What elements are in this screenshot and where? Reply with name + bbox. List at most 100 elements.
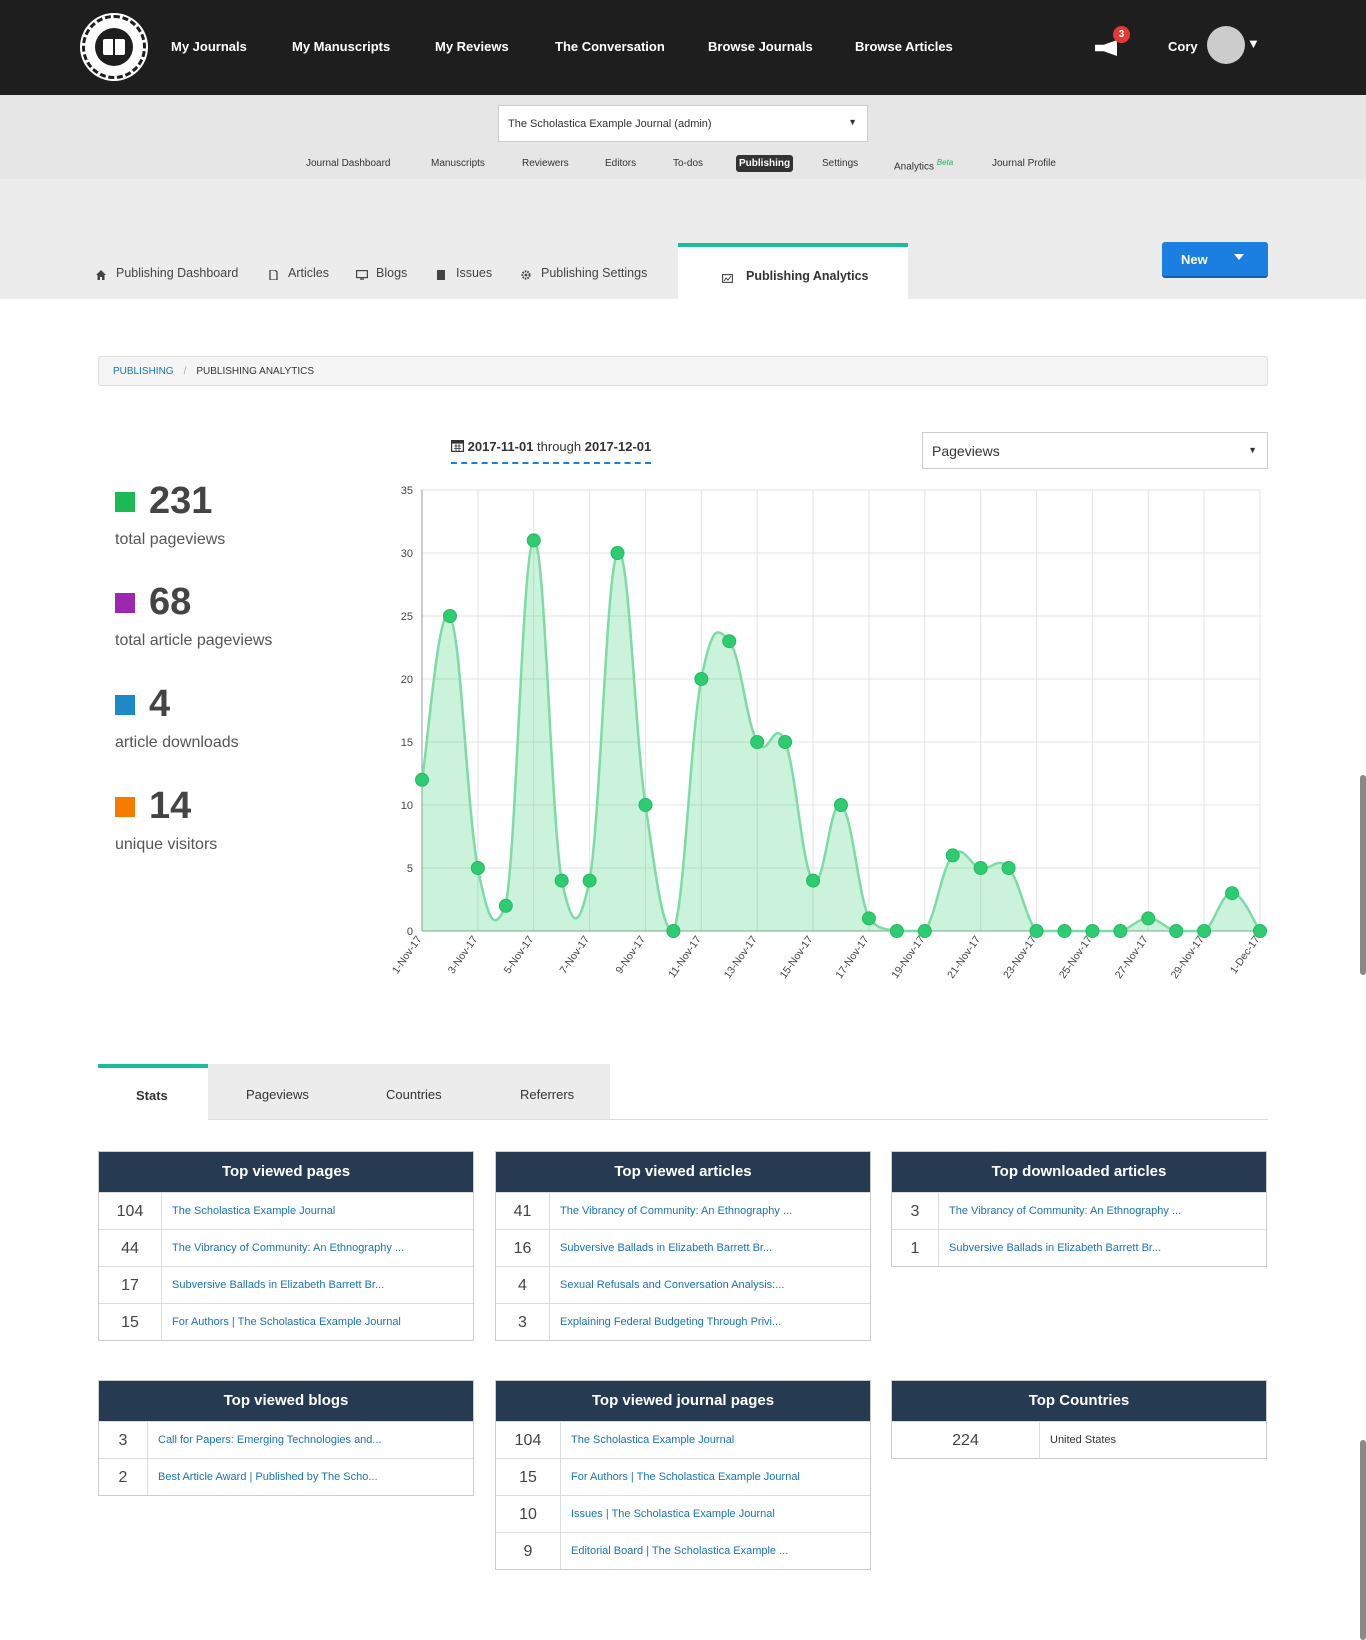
nav-browse-articles[interactable]: Browse Articles	[855, 39, 953, 54]
x-tick-label: 5-Nov-17	[502, 934, 537, 976]
legend-swatch	[115, 592, 135, 613]
row-link[interactable]: The Scholastica Example Journal	[162, 1205, 335, 1217]
journal-link-profile[interactable]: Journal Profile	[992, 158, 1056, 169]
row-link[interactable]: Explaining Federal Budgeting Through Pri…	[550, 1316, 781, 1328]
tab-referrers[interactable]: Referrers	[520, 1087, 574, 1102]
row-count: 16	[496, 1230, 550, 1266]
journal-link-dashboard[interactable]: Journal Dashboard	[306, 158, 391, 169]
nav-my-manuscripts[interactable]: My Manuscripts	[292, 39, 390, 54]
home-icon	[96, 269, 106, 280]
scrollbar-thumb[interactable]	[1360, 1440, 1366, 1640]
tab-stats[interactable]: Stats	[98, 1064, 208, 1120]
tab-issues[interactable]: Issues	[436, 266, 492, 280]
publishing-subnav: Publishing Dashboard Articles Blogs Issu…	[0, 179, 1366, 299]
date-range-picker[interactable]: 2017-11-01 through 2017-12-01	[451, 439, 652, 464]
row-link[interactable]: The Vibrancy of Community: An Ethnograph…	[939, 1205, 1181, 1217]
data-point	[1141, 911, 1156, 926]
metric-select[interactable]: Pageviews ▼	[922, 432, 1268, 469]
data-point	[582, 873, 597, 888]
stat-unique-visitors: 14 unique visitors	[115, 785, 217, 854]
row-count: 224	[892, 1422, 1040, 1458]
analytics-label: Analytics	[894, 161, 935, 173]
user-name[interactable]: Cory	[1168, 39, 1198, 54]
row-link[interactable]: For Authors | The Scholastica Example Jo…	[561, 1471, 800, 1483]
top-navbar: My Journals My Manuscripts My Reviews Th…	[0, 0, 1366, 95]
row-link[interactable]: Subversive Ballads in Elizabeth Barrett …	[162, 1279, 384, 1291]
new-button[interactable]: New	[1162, 242, 1268, 278]
data-point	[778, 735, 793, 749]
row-link[interactable]: The Vibrancy of Community: An Ethnograph…	[162, 1242, 404, 1254]
data-point	[638, 798, 653, 812]
table-row: 3 The Vibrancy of Community: An Ethnograp…	[892, 1192, 1266, 1229]
data-point	[973, 861, 988, 875]
row-link[interactable]: Issues | The Scholastica Example Journal	[561, 1508, 775, 1520]
row-link[interactable]: For Authors | The Scholastica Example Jo…	[162, 1316, 401, 1328]
chevron-down-icon[interactable]: ▼	[1247, 36, 1260, 51]
stats-tabs: Stats Pageviews Countries Referrers	[98, 1064, 1268, 1120]
breadcrumb-current: PUBLISHING ANALYTICS	[196, 366, 314, 377]
journal-link-todos[interactable]: To-dos	[673, 158, 703, 169]
row-link[interactable]: Subversive Ballads in Elizabeth Barrett …	[550, 1242, 772, 1254]
x-tick-label: 3-Nov-17	[446, 934, 481, 976]
journal-link-analytics[interactable]: Analytics Beta	[894, 158, 953, 172]
journal-link-reviewers[interactable]: Reviewers	[522, 158, 569, 169]
table-row: 224 United States	[892, 1421, 1266, 1458]
nav-browse-journals[interactable]: Browse Journals	[708, 39, 813, 54]
tab-countries[interactable]: Countries	[386, 1087, 442, 1102]
book-icon	[95, 28, 133, 66]
date-start: 2017-11-01	[467, 439, 534, 454]
metric-select-value: Pageviews	[932, 443, 1000, 459]
breadcrumb-publishing[interactable]: PUBLISHING	[113, 366, 174, 377]
x-tick-label: 23-Nov-17	[1001, 934, 1039, 981]
table-title: Top viewed journal pages	[496, 1381, 870, 1421]
journal-link-editors[interactable]: Editors	[605, 158, 636, 169]
journal-link-settings[interactable]: Settings	[822, 158, 858, 169]
tab-publishing-dashboard[interactable]: Publishing Dashboard	[96, 266, 238, 280]
row-link[interactable]: Call for Papers: Emerging Technologies a…	[148, 1434, 382, 1446]
legend-swatch	[115, 491, 135, 512]
tab-articles[interactable]: Articles	[268, 266, 329, 281]
nav-the-conversation[interactable]: The Conversation	[555, 39, 665, 54]
avatar[interactable]	[1207, 26, 1245, 64]
journal-select[interactable]: The Scholastica Example Journal (admin) …	[498, 105, 868, 142]
row-link[interactable]: Subversive Ballads in Elizabeth Barrett …	[939, 1242, 1161, 1254]
scholastica-logo[interactable]	[82, 15, 146, 79]
tab-blogs[interactable]: Blogs	[356, 266, 407, 280]
table-row: 41 The Vibrancy of Community: An Ethnogra…	[496, 1192, 870, 1229]
tab-publishing-analytics[interactable]: Publishing Analytics	[678, 243, 908, 299]
x-tick-label: 29-Nov-17	[1169, 934, 1207, 981]
stat-label: total article pageviews	[115, 632, 273, 649]
series-area	[422, 540, 1260, 931]
nav-my-reviews[interactable]: My Reviews	[435, 39, 509, 54]
x-tick-label: 17-Nov-17	[833, 934, 871, 981]
caret-down-icon: ▼	[1248, 445, 1257, 455]
tab-label: Publishing Analytics	[746, 269, 869, 283]
row-count: 3	[99, 1422, 148, 1458]
scrollbar-thumb[interactable]	[1360, 775, 1366, 975]
x-tick-label: 1-Nov-17	[390, 934, 425, 976]
journal-link-manuscripts[interactable]: Manuscripts	[431, 158, 485, 169]
tab-pageviews[interactable]: Pageviews	[246, 1087, 309, 1102]
row-count: 15	[99, 1304, 162, 1340]
journal-select-value: The Scholastica Example Journal (admin)	[508, 118, 712, 130]
nav-my-journals[interactable]: My Journals	[171, 39, 247, 54]
file-icon	[268, 269, 278, 281]
data-point	[1197, 924, 1212, 938]
row-link[interactable]: The Vibrancy of Community: An Ethnograph…	[550, 1205, 792, 1217]
data-point	[694, 672, 709, 686]
table-row: 4 Sexual Refusals and Conversation Analys…	[496, 1266, 870, 1303]
data-point	[610, 546, 625, 560]
row-link[interactable]: Sexual Refusals and Conversation Analysi…	[550, 1279, 784, 1291]
y-tick-label: 30	[401, 548, 413, 560]
row-link[interactable]: Best Article Award | Published by The Sc…	[148, 1471, 378, 1483]
table-row: 15 For Authors | The Scholastica Example …	[496, 1458, 870, 1495]
y-tick-label: 35	[401, 485, 413, 497]
row-count: 15	[496, 1459, 561, 1495]
tab-publishing-settings[interactable]: Publishing Settings	[521, 266, 647, 280]
row-count: 44	[99, 1230, 162, 1266]
journal-link-publishing[interactable]: Publishing	[736, 155, 794, 172]
row-link[interactable]: Editorial Board | The Scholastica Exampl…	[561, 1545, 788, 1557]
caret-down-icon: ▼	[848, 117, 857, 127]
row-link[interactable]: The Scholastica Example Journal	[561, 1434, 734, 1446]
table-row: 17 Subversive Ballads in Elizabeth Barret…	[99, 1266, 473, 1303]
